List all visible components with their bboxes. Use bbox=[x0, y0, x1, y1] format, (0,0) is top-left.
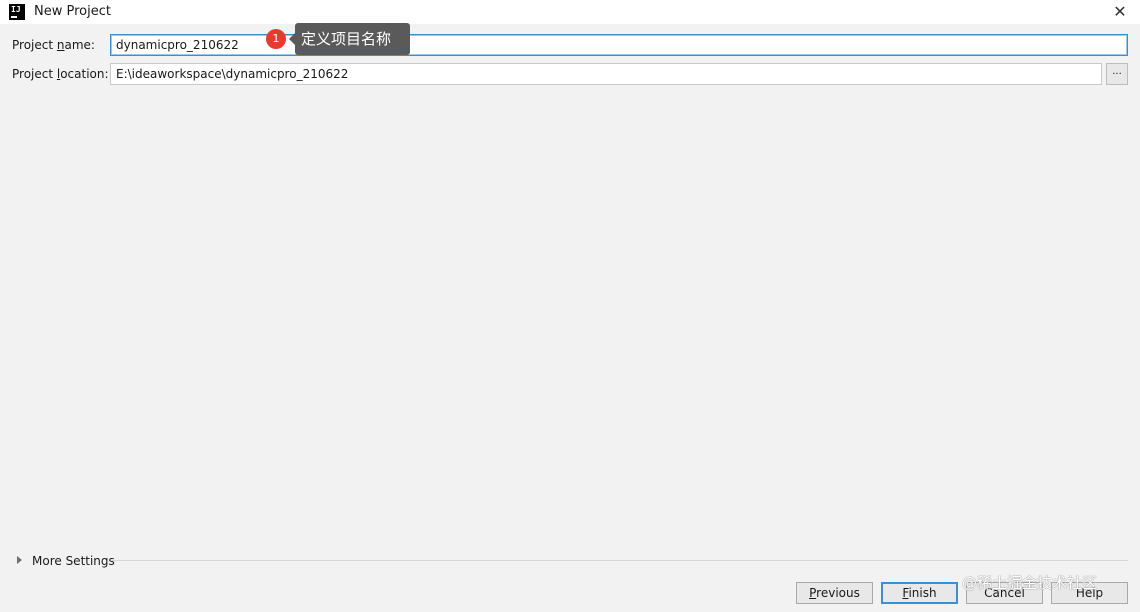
app-icon-text: IJ bbox=[11, 5, 21, 14]
expand-triangle-icon bbox=[17, 556, 22, 564]
project-name-label: Project name: bbox=[12, 38, 95, 52]
more-settings-label: More Settings bbox=[32, 554, 115, 568]
finish-button[interactable]: Finish bbox=[881, 582, 958, 604]
project-name-input[interactable] bbox=[110, 34, 1128, 56]
project-name-label-post: ame: bbox=[64, 38, 95, 52]
project-location-label-pre: Project bbox=[12, 67, 57, 81]
annotation-tooltip: 定义项目名称 bbox=[295, 23, 410, 55]
previous-label-rest: revious bbox=[816, 586, 860, 600]
project-location-label: Project location: bbox=[12, 67, 109, 81]
finish-label-rest: inish bbox=[908, 586, 937, 600]
separator bbox=[112, 560, 1128, 561]
app-icon-bar bbox=[11, 16, 17, 18]
project-location-input[interactable] bbox=[110, 63, 1102, 85]
project-name-label-pre: Project bbox=[12, 38, 57, 52]
close-icon[interactable]: ✕ bbox=[1110, 2, 1130, 22]
window-title: New Project bbox=[34, 4, 111, 19]
annotation-number-badge: 1 bbox=[266, 29, 286, 49]
project-location-label-post: ocation: bbox=[60, 67, 109, 81]
title-bar: IJ New Project ✕ bbox=[0, 0, 1140, 24]
watermark: @稀土掘金技术社区 bbox=[962, 574, 1098, 592]
previous-button[interactable]: Previous bbox=[796, 582, 873, 604]
intellij-idea-icon: IJ bbox=[9, 4, 25, 20]
browse-button[interactable]: ... bbox=[1106, 63, 1128, 85]
